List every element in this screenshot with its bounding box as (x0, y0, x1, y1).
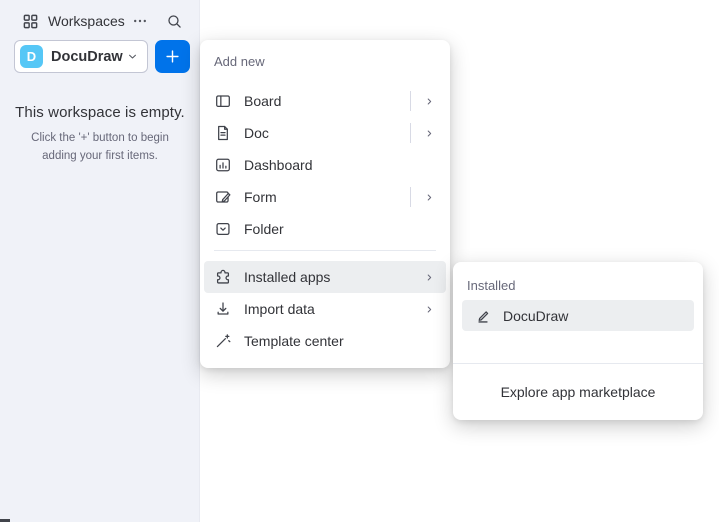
workspaces-header: Workspaces (0, 9, 200, 33)
installed-submenu-title: Installed (467, 278, 516, 293)
import-icon (214, 300, 232, 318)
menu-item-dashboard[interactable]: Dashboard (204, 149, 446, 181)
grid-icon (22, 13, 39, 30)
empty-workspace-message: This workspace is empty. Click the '+' b… (0, 104, 200, 166)
pencil-icon (474, 307, 492, 325)
workspace-controls: D DocuDraw (14, 40, 192, 73)
chevron-down-icon (126, 50, 139, 63)
explore-app-marketplace-link[interactable]: Explore app marketplace (453, 364, 703, 420)
chevron-right-icon (423, 95, 436, 108)
submenu-split-divider (410, 123, 411, 143)
ellipsis-icon[interactable] (132, 13, 148, 29)
workspace-avatar: D (20, 45, 43, 68)
workspace-sidebar: Workspaces D DocuDraw This workspace is … (0, 0, 200, 522)
menu-item-doc[interactable]: Doc (204, 117, 446, 149)
empty-subtitle: Click the '+' button to begin adding you… (0, 130, 200, 166)
menu-item-installed-apps[interactable]: Installed apps (204, 261, 446, 293)
menu-item-import-data[interactable]: Import data (204, 293, 446, 325)
dashboard-icon (214, 156, 232, 174)
menu-item-template-center[interactable]: Template center (204, 325, 446, 357)
add-new-menu-items: Board Doc Dashboard Form Folder Installed app… (204, 85, 446, 357)
chevron-right-icon (423, 271, 436, 284)
empty-subtitle-line1: Click the '+' button to begin (31, 132, 169, 144)
menu-section-divider (214, 250, 436, 251)
chevron-right-icon (423, 127, 436, 140)
plus-icon (163, 47, 182, 66)
menu-item-label: Import data (244, 301, 315, 317)
installed-apps-list: DocuDraw (453, 300, 703, 331)
form-icon (214, 188, 232, 206)
search-icon[interactable] (166, 13, 183, 30)
menu-item-label: DocuDraw (503, 307, 569, 324)
doc-icon (214, 124, 232, 142)
chevron-right-icon (423, 303, 436, 316)
menu-item-label: Folder (244, 221, 284, 237)
empty-title: This workspace is empty. (15, 104, 185, 121)
folder-icon (214, 220, 232, 238)
menu-item-label: Form (244, 189, 277, 205)
board-icon (214, 92, 232, 110)
installed-apps-submenu: Installed DocuDraw Explore app marketpla… (453, 262, 703, 420)
menu-item-label: Installed apps (244, 269, 331, 285)
add-new-menu-title: Add new (214, 54, 265, 69)
empty-subtitle-line2: adding your first items. (42, 149, 158, 162)
menu-item-label: Board (244, 93, 282, 109)
app-screen: Workspaces D DocuDraw This workspace is … (0, 0, 719, 522)
menu-item-label: Dashboard (244, 157, 313, 173)
add-item-button[interactable] (155, 40, 190, 73)
workspace-name: DocuDraw (51, 48, 123, 65)
menu-item-folder[interactable]: Folder (204, 213, 446, 245)
workspaces-label: Workspaces (48, 13, 125, 29)
workspace-selector[interactable]: D DocuDraw (14, 40, 148, 73)
menu-item-board[interactable]: Board (204, 85, 446, 117)
menu-item-label: Template center (244, 333, 344, 349)
submenu-split-divider (410, 187, 411, 207)
wand-icon (214, 332, 232, 350)
add-new-menu: Add new Board Doc Dashboard Form Folder Insta… (200, 40, 450, 368)
submenu-split-divider (410, 91, 411, 111)
menu-item-label: Doc (244, 125, 269, 141)
chevron-right-icon (423, 191, 436, 204)
menu-item-form[interactable]: Form (204, 181, 446, 213)
menu-item-docudraw[interactable]: DocuDraw (462, 300, 694, 331)
puzzle-icon (214, 268, 232, 286)
